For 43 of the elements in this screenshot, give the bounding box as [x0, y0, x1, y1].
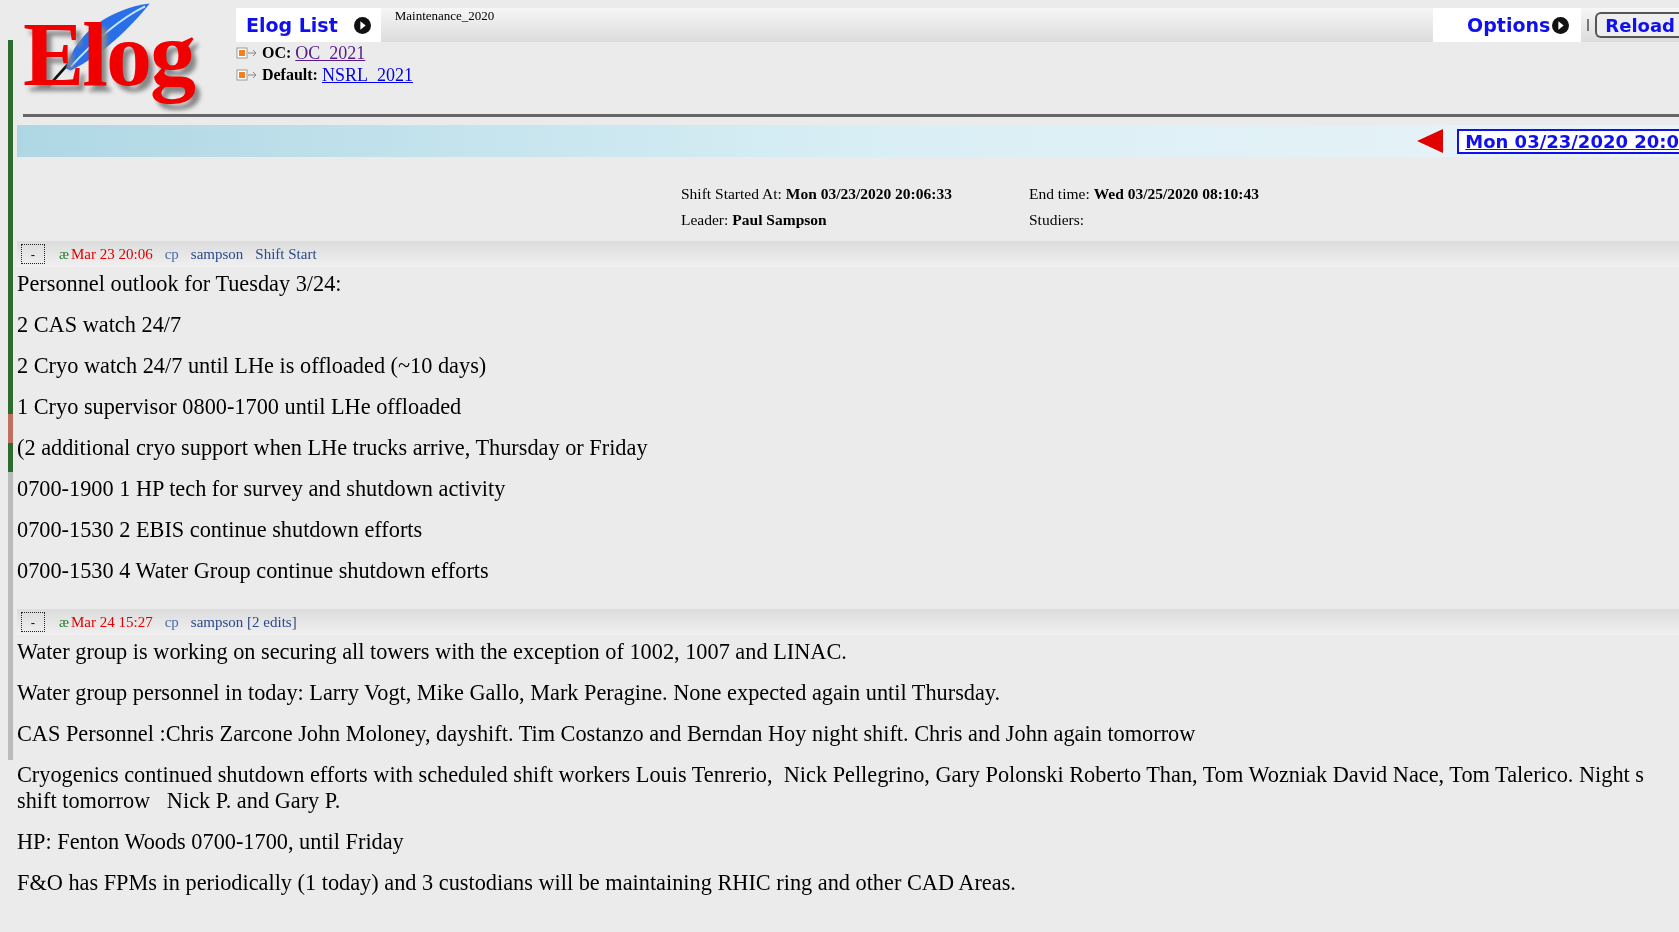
entry-paragraph: Water group personnel in today: Larry Vogt, Mike Gallo, Mark Peragine. None expected again until Thursday.: [17, 680, 1002, 706]
entry-paragraph: F&O has FPMs in periodically (1 today) and 3 custodians will be maintaining RHIC ring and other CAD Areas.: [17, 870, 1017, 896]
entry-paragraph: HP: Fenton Woods 0700-1700, until Friday: [17, 829, 405, 855]
logbook-name: Maintenance_2020: [394, 8, 495, 24]
collapse-button[interactable]: -: [21, 244, 45, 264]
entry-paragraph: 0700-1530 4 Water Group continue shutdown efforts: [17, 558, 490, 584]
logbook-link[interactable]: OC_2021: [295, 42, 366, 64]
shift-field: End time: Wed 03/25/2020 08:10:43: [1029, 185, 1679, 203]
entry-paragraph: 2 Cryo watch 24/7 until LHe is offloaded (~10 days): [17, 353, 488, 379]
logbook-label: OC:: [261, 44, 292, 62]
logbook-link-icon: [235, 69, 258, 81]
entry-paragraph: Cryogenics continued shutdown efforts with scheduled shift workers Louis Tenrerio, Nick Pellegrino, Gary Polonski Roberto Than, Tom Wozniak David Nace, Tom Talerico. Night s shift tomorrow Nick P. and Gary P.: [17, 762, 1645, 814]
elog-list-menu[interactable]: Elog List: [235, 8, 381, 42]
logbook-label: Default:: [261, 66, 318, 84]
play-circle-icon: [1552, 16, 1570, 34]
entry-author: sampson: [190, 245, 244, 263]
entry-paragraph: (2 additional cryo support when LHe trucks arrive, Thursday or Friday: [17, 435, 649, 461]
entry-paragraph: 0700-1900 1 HP tech for survey and shutdown activity: [17, 476, 507, 502]
collapse-button[interactable]: -: [21, 612, 45, 632]
options-menu[interactable]: Options: [1433, 8, 1582, 42]
shift-field: Leader: Paul Sampson: [681, 211, 1029, 229]
reload-button[interactable]: Reload: [1595, 12, 1679, 38]
logbook-link[interactable]: NSRL_2021: [321, 64, 413, 86]
entry-paragraph: 2 CAS watch 24/7: [17, 312, 183, 338]
entry-paragraph: 1 Cryo supervisor 0800-1700 until LHe offloaded: [17, 394, 463, 420]
logbook-link-icon: [235, 47, 258, 59]
entry-type-icon: æ: [59, 245, 69, 263]
entry-time: Mar 23 20:06: [71, 245, 153, 263]
entry-type-icon: æ: [59, 613, 69, 631]
shift-field: Studiers:: [1029, 211, 1679, 229]
entry-paragraph: CAS Personnel :Chris Zarcone John Moloney, dayshift. Tim Costanzo and Berndan Hoy night shift. Chris and John again tomorrow: [17, 721, 1197, 747]
entry-paragraph: Water group is working on securing all towers with the exception of 1002, 1007 and LINAC.: [17, 639, 848, 665]
entry-paragraph: 0700-1530 2 EBIS continue shutdown efforts: [17, 517, 424, 543]
shift-field: Shift Started At: Mon 03/23/2020 20:06:33: [681, 185, 1029, 203]
previous-arrow-icon[interactable]: [1417, 129, 1444, 153]
entry-initials: cp: [164, 245, 179, 263]
date-link[interactable]: Mon 03/23/2020 20:0: [1457, 128, 1679, 154]
entry-author: sampson [2 edits]: [190, 613, 297, 631]
entry-time: Mar 24 15:27: [71, 613, 153, 631]
entry-title: Shift Start: [255, 245, 317, 263]
entry-initials: cp: [164, 613, 179, 631]
entry-paragraph: Personnel outlook for Tuesday 3/24:: [17, 271, 343, 297]
play-circle-icon: [353, 16, 371, 34]
